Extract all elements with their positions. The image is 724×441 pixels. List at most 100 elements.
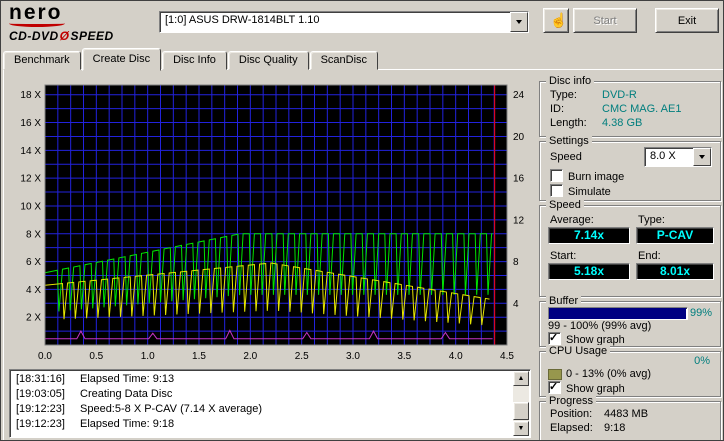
- buffer-percent: 99%: [690, 307, 713, 319]
- disc-type-label: Type:: [550, 89, 577, 101]
- simulate-checkbox[interactable]: Simulate: [550, 184, 611, 198]
- group-title: Buffer: [546, 295, 582, 307]
- svg-text:3.5: 3.5: [397, 351, 411, 362]
- log-lines: [18:31:16] Elapsed Time: 9:13 [19:03:05] C…: [12, 372, 512, 435]
- cd-dvd-speed-logo-text: CD-DVDØSPEED: [9, 29, 114, 43]
- disc-type-value: DVD-R: [602, 89, 637, 101]
- drive-select[interactable]: [1:0] ASUS DRW-1814BLT 1.10: [159, 11, 529, 33]
- type-label: Type:: [638, 214, 665, 226]
- checkbox-box: [550, 184, 563, 197]
- end-speed-label: End:: [638, 250, 661, 262]
- svg-text:20: 20: [513, 132, 525, 143]
- start-button[interactable]: Start: [573, 8, 637, 33]
- log-box: [18:31:16] Elapsed Time: 9:13 [19:03:05] C…: [9, 369, 531, 438]
- log-line: [19:03:05] Creating Data Disc: [16, 388, 173, 400]
- svg-text:6 X: 6 X: [26, 257, 41, 268]
- svg-text:8: 8: [513, 257, 519, 268]
- svg-text:14 X: 14 X: [20, 146, 41, 157]
- tab-create-disc[interactable]: Create Disc: [81, 48, 162, 71]
- tab-bar: Benchmark Create Disc Disc Info Disc Qua…: [3, 48, 379, 71]
- tab-disc-info[interactable]: Disc Info: [162, 51, 227, 70]
- group-title: Settings: [546, 135, 592, 147]
- slashed-o-icon: Ø: [59, 29, 70, 43]
- settings-group: Settings Speed 8.0 X Burn image Simulate: [539, 135, 721, 201]
- start-speed-value: 5.18x: [548, 263, 630, 280]
- exit-button[interactable]: Exit: [655, 8, 719, 33]
- buffer-range-text: 99 - 100% (99% avg): [548, 320, 652, 332]
- svg-text:2.5: 2.5: [295, 351, 309, 362]
- svg-text:4.5: 4.5: [500, 351, 514, 362]
- average-label: Average:: [550, 214, 594, 226]
- svg-text:10 X: 10 X: [20, 202, 41, 213]
- svg-text:12 X: 12 X: [20, 174, 41, 185]
- tab-disc-quality[interactable]: Disc Quality: [227, 51, 309, 70]
- speed-group: Speed Average: Type: 7.14x P-CAV Start: …: [539, 199, 721, 297]
- group-title: CPU Usage: [546, 345, 611, 357]
- tab-benchmark[interactable]: Benchmark: [3, 51, 81, 70]
- hand-icon: ☝: [550, 12, 568, 28]
- svg-text:1.5: 1.5: [192, 351, 206, 362]
- progress-group: Progress Position: 4483 MB Elapsed: 9:18: [539, 395, 721, 440]
- svg-text:16: 16: [513, 174, 525, 185]
- disc-length-label: Length:: [550, 117, 587, 129]
- svg-text:4 X: 4 X: [26, 285, 41, 296]
- checkbox-box: [548, 331, 561, 345]
- svg-text:2 X: 2 X: [26, 313, 41, 324]
- speed-setting-label: Speed: [550, 151, 582, 163]
- nero-logo: nero CD-DVDØSPEED: [9, 1, 149, 43]
- eject-tray-button[interactable]: ☝: [543, 8, 569, 33]
- log-line: [18:31:16] Elapsed Time: 9:13: [16, 373, 175, 385]
- speed-chart: 2 X 4 X 6 X 8 X 10 X 12 X 14 X 16 X 18 X 4 8 12 16 20…: [9, 77, 533, 369]
- buffer-bar-fill: [549, 308, 686, 319]
- svg-text:24: 24: [513, 90, 525, 101]
- svg-text:3.0: 3.0: [346, 351, 360, 362]
- speed-select[interactable]: 8.0 X: [644, 147, 712, 167]
- disc-info-group: Disc info Type: DVD-R ID: CMC MAG. AE1 L…: [539, 75, 721, 137]
- buffer-bar: [548, 307, 688, 320]
- cpu-percent: 0%: [694, 355, 710, 367]
- svg-text:4.0: 4.0: [449, 351, 463, 362]
- start-speed-label: Start:: [550, 250, 577, 262]
- app-window: nero CD-DVDØSPEED [1:0] ASUS DRW-1814BLT…: [0, 0, 724, 441]
- cpu-usage-group: CPU Usage 0% 0 - 13% (0% avg) Show graph: [539, 345, 721, 397]
- speed-select-value: 8.0 X: [650, 150, 676, 162]
- scroll-down-button[interactable]: ▼: [513, 421, 529, 436]
- svg-text:16 X: 16 X: [20, 118, 41, 129]
- log-line: [19:12:23] Speed:5-8 X P-CAV (7.14 X aver…: [16, 403, 263, 415]
- log-scrollbar[interactable]: ▲ ▼: [513, 371, 529, 436]
- svg-text:8 X: 8 X: [26, 229, 41, 240]
- position-value: 4483 MB: [604, 408, 649, 420]
- chevron-down-icon[interactable]: [510, 12, 528, 32]
- svg-text:1.0: 1.0: [141, 351, 155, 362]
- svg-text:0.0: 0.0: [38, 351, 52, 362]
- svg-text:18 X: 18 X: [20, 90, 41, 101]
- svg-text:4: 4: [513, 299, 519, 310]
- nero-logo-text: nero: [9, 1, 63, 24]
- scroll-up-button[interactable]: ▲: [513, 371, 529, 386]
- speed-chart-svg: 2 X 4 X 6 X 8 X 10 X 12 X 14 X 16 X 18 X 4 8 12 16 20…: [20, 84, 525, 362]
- tab-scandisc[interactable]: ScanDisc: [309, 51, 379, 70]
- disc-id-label: ID:: [550, 103, 565, 115]
- svg-text:2.0: 2.0: [243, 351, 257, 362]
- checkbox-box: [550, 169, 563, 182]
- cpu-range-text: 0 - 13% (0% avg): [566, 368, 651, 380]
- svg-text:12: 12: [513, 215, 525, 226]
- position-label: Position:: [550, 408, 593, 420]
- cpu-show-graph-checkbox[interactable]: Show graph: [548, 380, 625, 395]
- svg-text:0.5: 0.5: [89, 351, 103, 362]
- elapsed-value: 9:18: [604, 422, 626, 434]
- group-title: Speed: [546, 199, 584, 211]
- elapsed-label: Elapsed:: [550, 422, 593, 434]
- scrollbar-thumb[interactable]: [513, 402, 529, 420]
- buffer-show-graph-checkbox[interactable]: Show graph: [548, 331, 625, 346]
- burn-image-checkbox[interactable]: Burn image: [550, 169, 624, 183]
- group-title: Disc info: [546, 75, 595, 87]
- group-title: Progress: [546, 395, 597, 407]
- checkbox-box: [548, 380, 561, 394]
- cpu-graph-swatch: [548, 369, 562, 380]
- chevron-down-icon[interactable]: [693, 148, 711, 166]
- disc-length-value: 4.38 GB: [602, 117, 643, 129]
- write-type-value: P-CAV: [636, 227, 714, 244]
- buffer-group: Buffer 99% 99 - 100% (99% avg) Show grap…: [539, 295, 721, 347]
- drive-select-value: [1:0] ASUS DRW-1814BLT 1.10: [165, 14, 320, 26]
